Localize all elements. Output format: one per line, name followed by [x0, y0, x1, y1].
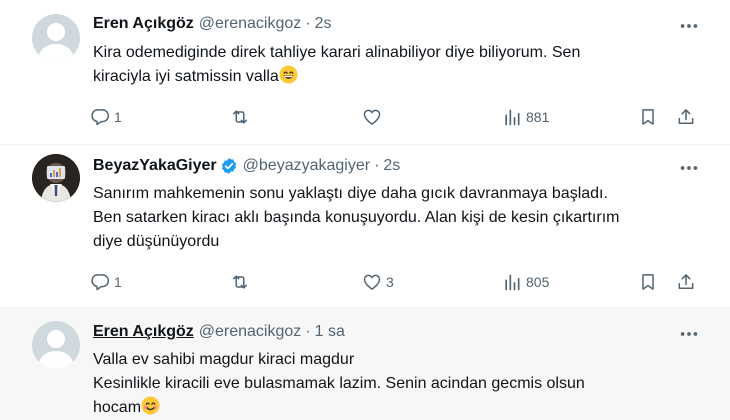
avatar-body-shape — [39, 44, 73, 62]
reply-icon — [91, 274, 110, 291]
views-button[interactable]: 805 — [502, 270, 549, 294]
grinning-face-emoji — [279, 65, 298, 84]
author-name[interactable]: Eren Açıkgöz — [93, 323, 194, 341]
author-handle[interactable]: @erenacikgoz — [199, 15, 302, 33]
reply-count: 1 — [114, 109, 122, 125]
like-count: 3 — [386, 274, 394, 290]
avatar-image — [32, 154, 80, 202]
like-button[interactable] — [362, 105, 386, 129]
heart-icon — [363, 274, 381, 290]
share-button[interactable] — [676, 105, 696, 129]
like-button[interactable]: 3 — [362, 270, 394, 294]
tweet[interactable]: BeyazYakaGiyer @beyazyakagiyer · 2s Sanı… — [0, 145, 730, 308]
tweet-text-line: Kira odemediginde direk tahliye karari a… — [93, 44, 581, 61]
retweet-icon — [233, 275, 247, 289]
retweet-button[interactable] — [230, 105, 254, 129]
action-bar: 1 881 — [90, 105, 702, 129]
avatar-head-shape — [47, 330, 65, 348]
author-handle[interactable]: @erenacikgoz — [199, 323, 302, 341]
tweet-text-line: kiraciyla iyi satmissin valla — [93, 68, 279, 85]
tweet-text-line: Ben satarken kiracı aklı başında konuşuy… — [93, 209, 620, 226]
avatar-head-shape — [47, 23, 65, 41]
tweet[interactable]: Eren Açıkgöz @erenacikgoz · 2s Kira odem… — [0, 0, 730, 145]
avatar[interactable] — [32, 14, 80, 62]
tweet-text: Kira odemediginde direk tahliye karari a… — [93, 41, 693, 89]
tweet-highlighted[interactable]: Eren Açıkgöz @erenacikgoz · 1 sa Valla e… — [0, 308, 730, 420]
tweet-text-line: Sanırım mahkemenin sonu yaklaştı diye da… — [93, 185, 608, 202]
reply-button[interactable]: 1 — [90, 270, 122, 294]
verified-badge-icon[interactable] — [220, 157, 238, 175]
avatar-body-shape — [39, 351, 73, 369]
timestamp[interactable]: 1 sa — [315, 323, 345, 341]
heart-icon — [363, 109, 381, 125]
avatar[interactable] — [32, 321, 80, 369]
view-count: 881 — [526, 109, 550, 125]
timestamp[interactable]: 2s — [315, 15, 332, 33]
tweet-text: Sanırım mahkemenin sonu yaklaştı diye da… — [93, 182, 693, 254]
tweet-text: Valla ev sahibi magdur kiraci magdur Kes… — [93, 348, 693, 420]
bookmark-button[interactable] — [638, 270, 658, 294]
bookmark-button[interactable] — [638, 105, 658, 129]
tweet-text-line: Kesinlikle kiracili eve bulasmamak lazim… — [93, 375, 585, 392]
bookmark-icon — [642, 109, 654, 125]
views-icon — [505, 109, 520, 126]
more-icon[interactable] — [678, 15, 700, 37]
share-button[interactable] — [676, 270, 696, 294]
author-handle[interactable]: @beyazyakagiyer — [243, 157, 370, 175]
view-count: 805 — [526, 274, 550, 290]
tweet-header: BeyazYakaGiyer @beyazyakagiyer · 2s — [93, 155, 400, 177]
separator-dot: · — [305, 15, 311, 32]
more-icon[interactable] — [678, 157, 700, 179]
bookmark-icon — [642, 274, 654, 290]
timestamp[interactable]: 2s — [383, 157, 400, 175]
separator-dot: · — [374, 157, 380, 174]
retweet-icon — [233, 110, 247, 124]
tweet-header: Eren Açıkgöz @erenacikgoz · 2s — [93, 13, 332, 35]
separator-dot: · — [305, 323, 311, 340]
author-name[interactable]: Eren Açıkgöz — [93, 15, 194, 33]
tweet-text-line: Valla ev sahibi magdur kiraci magdur — [93, 351, 355, 368]
tweet-text-line: diye düşünüyordu — [93, 233, 220, 250]
reply-count: 1 — [114, 274, 122, 290]
author-name[interactable]: BeyazYakaGiyer — [93, 157, 217, 175]
views-icon — [505, 274, 520, 291]
tweet-header: Eren Açıkgöz @erenacikgoz · 1 sa — [93, 321, 345, 343]
more-icon[interactable] — [678, 323, 700, 345]
avatar[interactable] — [32, 154, 80, 202]
share-icon — [678, 109, 694, 124]
views-button[interactable]: 881 — [502, 105, 549, 129]
share-icon — [678, 274, 694, 289]
tweet-text-line: hocam — [93, 399, 142, 416]
reply-button[interactable]: 1 — [90, 105, 122, 129]
smiling-face-emoji — [141, 396, 160, 415]
reply-icon — [91, 109, 110, 126]
action-bar: 1 3 805 — [90, 270, 702, 294]
retweet-button[interactable] — [230, 270, 254, 294]
